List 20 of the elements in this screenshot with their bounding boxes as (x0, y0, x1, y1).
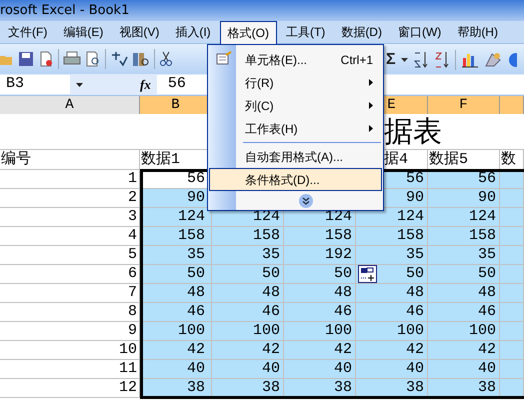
header-cell: 数据5 (429, 150, 468, 169)
header-cell: 编号 (1, 150, 31, 169)
row-number-cell: 6 (128, 265, 137, 283)
row-number-cell: 7 (128, 284, 137, 302)
sheet-title: 据表 (384, 116, 442, 148)
shortcut-label: Ctrl+1 (340, 52, 373, 68)
row-number-cell: 4 (128, 227, 137, 245)
window-title: rosoft Excel - Book1 (0, 2, 130, 20)
header-cell: 数据1 (141, 150, 180, 169)
row-number-cell: 5 (128, 246, 137, 264)
row-number-cell: 10 (118, 341, 137, 359)
header-cell: 据4 (384, 150, 408, 169)
row-number-cell: 1 (128, 170, 137, 188)
row-number-cell: 3 (128, 208, 137, 226)
header-cell: 数 (501, 150, 516, 169)
row-number-cell: 11 (118, 360, 137, 378)
row-number-cell: 2 (128, 189, 137, 207)
row-number-cell: 12 (118, 379, 137, 397)
row-number-cell: 9 (128, 322, 137, 340)
row-number-cell: 8 (128, 303, 137, 321)
